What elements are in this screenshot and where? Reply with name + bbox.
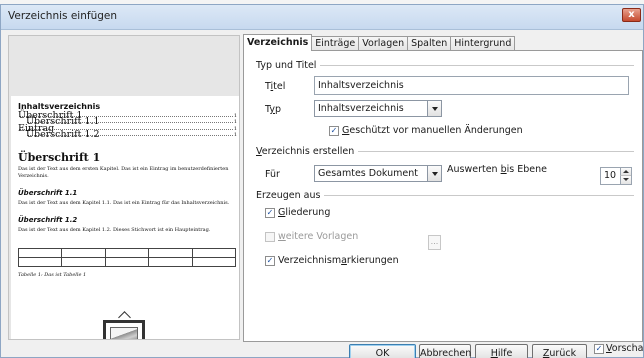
tab-eintraege[interactable]: Einträge: [312, 36, 360, 51]
picture-frame-icon: [103, 320, 145, 339]
preview-heading-1-2: Überschrift 1.2: [18, 215, 78, 224]
cancel-button[interactable]: Abbrechen: [419, 344, 471, 358]
title-bar: Verzeichnis einfügen x: [1, 5, 643, 30]
type-select[interactable]: Inhaltsverzeichnis: [314, 100, 442, 117]
type-label: Typ: [265, 104, 281, 115]
preview-body-text: Das ist der Text aus dem Kapitel 1.1. Da…: [18, 199, 230, 206]
preview-heading-1: Überschrift 1: [18, 150, 101, 164]
preview-toc-entry: Überschrift 1.2 1: [26, 129, 237, 141]
preview-checkbox[interactable]: ✓: [594, 344, 604, 354]
ok-button[interactable]: OK: [349, 344, 416, 358]
tab-panel: Typ und Titel Titel Inhaltsverzeichnis T…: [243, 50, 643, 342]
tab-vorlagen[interactable]: Vorlagen: [359, 36, 409, 51]
preview-label: Vorschau: [606, 343, 644, 354]
stepper-up-icon[interactable]: [620, 168, 631, 176]
stepper-down-icon[interactable]: [620, 176, 631, 184]
insert-index-dialog: Verzeichnis einfügen x Inhaltsverzeichni…: [0, 4, 644, 358]
title-input[interactable]: Inhaltsverzeichnis: [314, 76, 629, 95]
evaluate-level-label: Auswerten bis Ebene: [447, 164, 547, 175]
preview-table-caption: Tabelle 1: Das ist Tabelle 1: [18, 271, 87, 278]
dialog-title: Verzeichnis einfügen: [8, 10, 118, 22]
tab-verzeichnis[interactable]: Verzeichnis: [243, 34, 313, 51]
preview-toggle[interactable]: ✓ Vorschau: [594, 343, 644, 354]
preview-pane: Inhaltsverzeichnis Überschrift 11 Übersc…: [8, 35, 240, 340]
protected-label: Geschützt vor manuellen Änderungen: [342, 125, 523, 136]
chevron-down-icon: [427, 166, 441, 181]
tab-hintergrund[interactable]: Hintergrund: [451, 36, 516, 51]
scope-select[interactable]: Gesamtes Dokument: [314, 165, 442, 182]
outline-label: Gliederung: [278, 207, 331, 218]
help-button[interactable]: Hilfe: [475, 344, 528, 358]
group-create-index: Verzeichnis erstellen: [256, 146, 634, 157]
level-stepper[interactable]: 10: [600, 167, 632, 185]
group-create-from: Erzeugen aus: [256, 190, 634, 201]
for-label: Für: [265, 169, 280, 180]
close-button[interactable]: x: [622, 8, 641, 22]
protected-checkbox[interactable]: ✓: [329, 126, 339, 136]
preview-body-text: Das ist der Text aus dem Kapitel 1.2. Di…: [18, 226, 211, 233]
preview-body-text: Das ist der Text aus dem ersten Kapitel.…: [18, 165, 229, 179]
tab-bar: Verzeichnis Einträge Vorlagen Spalten Hi…: [243, 34, 516, 51]
group-type-title: Typ und Titel: [256, 60, 634, 71]
index-marks-checkbox[interactable]: ✓: [265, 256, 275, 266]
back-button[interactable]: Zurück: [532, 344, 587, 358]
preview-heading-1-1: Überschrift 1.1: [18, 188, 78, 197]
more-styles-label: weitere Vorlagen: [278, 231, 359, 242]
tab-spalten[interactable]: Spalten: [408, 36, 452, 51]
preview-page: Inhaltsverzeichnis Überschrift 11 Übersc…: [11, 96, 239, 339]
close-icon: x: [628, 9, 635, 20]
chevron-down-icon: [427, 101, 441, 116]
preview-table: [17, 247, 237, 267]
outline-checkbox[interactable]: ✓: [265, 208, 275, 218]
more-styles-button[interactable]: ...: [428, 235, 441, 250]
title-label: Titel: [265, 81, 286, 92]
index-marks-label: Verzeichnismarkierungen: [278, 255, 399, 266]
more-styles-checkbox[interactable]: [265, 232, 275, 242]
